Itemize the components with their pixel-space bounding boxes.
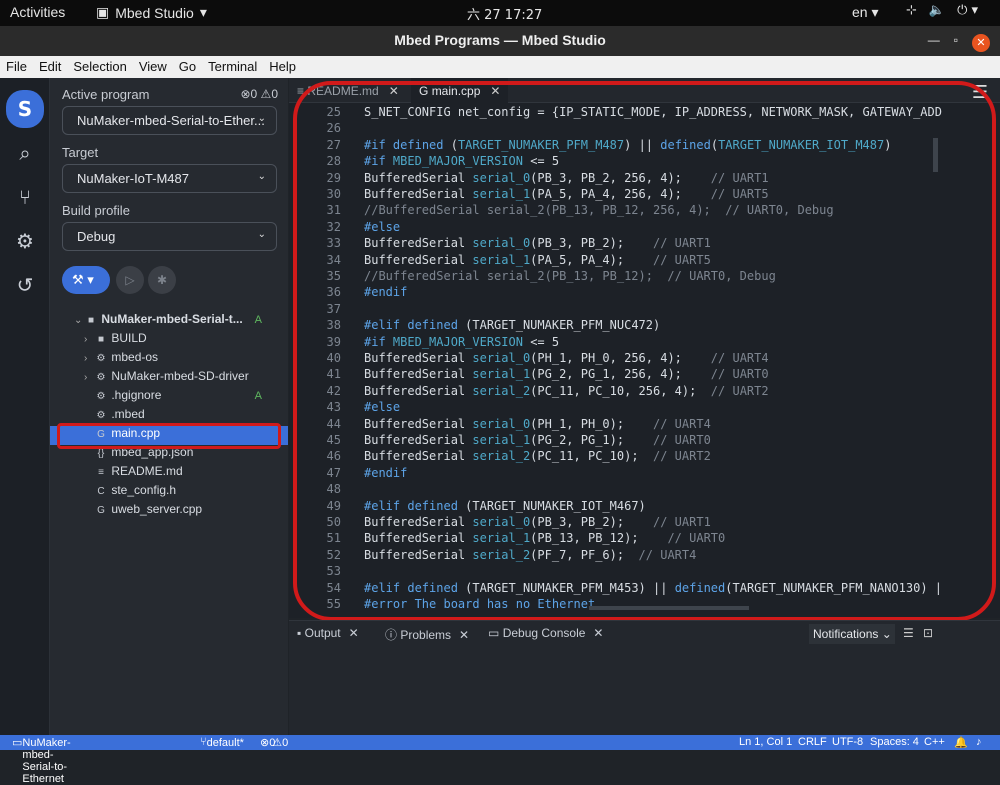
close-icon[interactable]: ✕ <box>972 33 990 52</box>
search-icon[interactable]: ⌕ <box>8 136 42 170</box>
problem-counts[interactable]: ⊗0 ⚠0 <box>240 87 278 101</box>
chevron-down-icon: ⌄ <box>257 171 266 182</box>
tree-item-readme[interactable]: ≡ README.md <box>50 464 288 483</box>
settings-file-icon: ⚙ <box>96 391 106 402</box>
maximize-icon[interactable]: ▫ <box>954 26 958 54</box>
volume-icon: 🔈 <box>928 3 946 18</box>
debug-icon[interactable]: ⚙ <box>8 224 42 258</box>
hammer-icon: ⚒ <box>72 272 84 287</box>
folder-icon: ■ <box>97 334 105 345</box>
library-gear-icon: ⚙ <box>96 372 106 383</box>
chevron-down-icon: ⌄ <box>881 627 892 641</box>
network-icon: ⊹ <box>906 3 917 18</box>
status-program[interactable]: ▭ NuMaker-mbed-Serial-to-Ethernet <box>12 736 71 785</box>
app-name: Mbed Studio <box>115 4 194 21</box>
json-file-icon: {} <box>97 448 105 459</box>
play-icon: ▷ <box>125 273 135 287</box>
tree-item-ste-config[interactable]: C ste_config.h <box>50 483 288 502</box>
status-branch[interactable]: ⑂ default* <box>200 736 244 749</box>
window-title: Mbed Programs — Mbed Studio <box>394 32 606 48</box>
menu-view[interactable]: View <box>133 56 173 78</box>
bottom-panel: ▪ Output ✕ ⓘ Problems ✕ ▭ Debug Console ✕ N… <box>289 620 1000 735</box>
status-eol[interactable]: CRLF <box>798 736 827 748</box>
menu-selection[interactable]: Selection <box>67 56 132 78</box>
system-tray[interactable]: ⊹ 🔈 ⏻ ▾ <box>906 3 978 18</box>
settings-file-icon: ⚙ <box>96 410 106 421</box>
power-icon: ⏻ ▾ <box>957 3 979 18</box>
c-header-file-icon: C <box>97 486 105 497</box>
console-icon: ▭ <box>488 626 500 640</box>
build-profile-select[interactable]: Debug ⌄ <box>62 222 277 251</box>
source-control-icon[interactable]: ⑂ <box>8 180 42 214</box>
cpp-file-icon: G <box>97 505 105 516</box>
tab-problems[interactable]: ⓘ Problems ✕ <box>385 626 469 643</box>
sidebar: Active program ⊗0 ⚠0 NuMaker-mbed-Serial… <box>50 78 288 735</box>
folder-icon: ■ <box>87 315 95 326</box>
target-select[interactable]: NuMaker-IoT-M487 ⌄ <box>62 164 277 193</box>
mbed-logo-icon[interactable]: S <box>6 90 44 128</box>
status-bell-icon[interactable]: ♪ <box>976 736 982 748</box>
highlight-box-code <box>293 81 996 621</box>
lock-icon[interactable]: ⊡ <box>923 626 933 640</box>
tree-item-uweb-server[interactable]: G uweb_server.cpp <box>50 502 288 521</box>
language-indicator[interactable]: en ▾ <box>852 4 879 21</box>
caret-down-icon: ▾ <box>199 4 207 20</box>
chevron-down-icon: ▾ <box>87 272 94 287</box>
tab-output[interactable]: ▪ Output ✕ <box>297 626 359 640</box>
menu-edit[interactable]: Edit <box>33 56 67 78</box>
status-bar: ▭ NuMaker-mbed-Serial-to-Ethernet ⑂ defau… <box>0 735 1000 785</box>
highlight-box-main-cpp <box>57 423 281 449</box>
close-icon: ✕ <box>593 626 604 640</box>
menu-file[interactable]: File <box>0 56 33 78</box>
window-titlebar: Mbed Programs — Mbed Studio — ▫ ✕ <box>0 26 1000 56</box>
chevron-down-icon: ⌄ <box>257 113 266 124</box>
status-problems[interactable]: ⊗ 0 ⚠ 0 <box>260 736 288 749</box>
close-icon: ✕ <box>348 626 359 640</box>
chevron-down-icon: ⌄ <box>257 229 266 240</box>
tree-item-hgignore[interactable]: ⚙ .hgignore A <box>50 388 288 407</box>
status-encoding[interactable]: UTF-8 <box>832 736 863 748</box>
app-icon: ▣ <box>96 4 110 20</box>
debug-button[interactable]: ✱ <box>148 266 176 294</box>
bug-icon: ✱ <box>156 273 168 287</box>
status-language[interactable]: C++ <box>924 736 945 748</box>
minimize-icon[interactable]: — <box>928 26 940 54</box>
close-icon: ✕ <box>459 628 470 642</box>
notifications-select[interactable]: Notifications ⌄ <box>809 624 895 644</box>
run-button[interactable]: ▷ <box>116 266 144 294</box>
status-notifications-icon[interactable]: 🔔 <box>954 736 968 749</box>
clock[interactable]: 六 27 17:27 <box>467 4 542 23</box>
activities-button[interactable]: Activities <box>10 4 65 20</box>
active-program-label: Active program <box>62 87 150 102</box>
library-gear-icon: ⚙ <box>96 353 106 364</box>
system-top-bar: Activities ▣ Mbed Studio ▾ 六 27 17:27 en… <box>0 0 1000 26</box>
menu-bar: File Edit Selection View Go Terminal Hel… <box>0 56 1000 78</box>
tab-debug-console[interactable]: ▭ Debug Console ✕ <box>488 626 603 640</box>
tree-item-build[interactable]: › ■ BUILD <box>50 331 288 350</box>
output-icon: ▪ <box>297 626 302 640</box>
active-program-select[interactable]: NuMaker-mbed-Serial-to-Ether... ⌄ <box>62 106 277 135</box>
menu-terminal[interactable]: Terminal <box>202 56 263 78</box>
tree-item-sd-driver[interactable]: › ⚙ NuMaker-mbed-SD-driver <box>50 369 288 388</box>
target-label: Target <box>62 145 99 160</box>
info-icon: ⓘ <box>385 628 398 642</box>
build-button[interactable]: ⚒ ▾ <box>62 266 110 294</box>
menu-go[interactable]: Go <box>173 56 202 78</box>
status-indent[interactable]: Spaces: 4 <box>870 736 919 748</box>
app-menu-button[interactable]: ▣ Mbed Studio ▾ <box>96 4 207 21</box>
status-cursor[interactable]: Ln 1, Col 1 <box>739 736 792 748</box>
tree-item-project[interactable]: ⌄ ■ NuMaker-mbed-Serial-t... A <box>50 312 288 331</box>
history-icon[interactable]: ↺ <box>8 268 42 302</box>
build-profile-label: Build profile <box>62 203 130 218</box>
tree-item-mbed-os[interactable]: › ⚙ mbed-os <box>50 350 288 369</box>
menu-help[interactable]: Help <box>263 56 302 78</box>
markdown-file-icon: ≡ <box>98 467 104 478</box>
clear-output-icon[interactable]: ☰ <box>903 626 914 640</box>
activity-bar: S ⌕ ⑂ ⚙ ↺ <box>0 78 50 735</box>
